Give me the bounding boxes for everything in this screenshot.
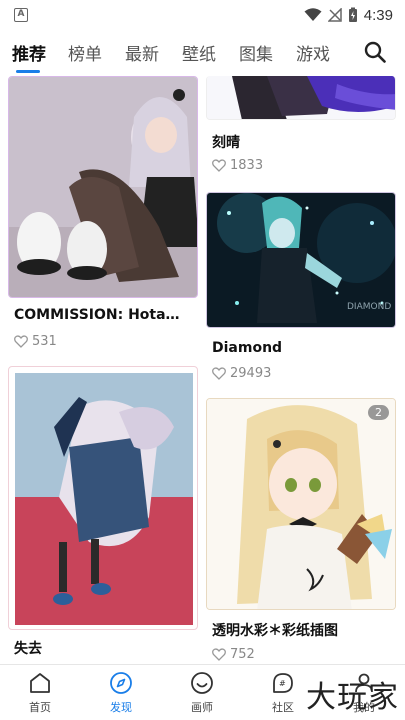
artwork-card[interactable]: DIAMOND Diamond 29493 [206, 192, 396, 388]
nav-home[interactable]: 首页 [10, 671, 70, 715]
artwork-likes: 1833 [212, 158, 263, 173]
artwork-title: 失去 [14, 641, 42, 657]
compass-icon [110, 672, 132, 694]
nav-label: 社区 [272, 701, 294, 714]
nav-artists[interactable]: 画师 [172, 671, 232, 715]
heart-icon[interactable] [212, 648, 226, 661]
tab-ranking[interactable]: 榜单 [68, 40, 102, 65]
smile-icon [191, 672, 213, 694]
artwork-feed[interactable]: COMMISSION: Hota… 531 失去 刻晴 1833 DIAMOND… [0, 76, 405, 664]
artwork-image[interactable]: 2 [206, 398, 396, 610]
artwork-card[interactable]: 2 透明水彩＊彩纸插图 752 [206, 398, 396, 664]
nav-community[interactable]: # 社区 [253, 671, 313, 715]
active-tab-indicator [16, 70, 40, 73]
heart-icon[interactable] [212, 159, 226, 172]
nav-label: 发现 [110, 701, 132, 714]
artwork-title: COMMISSION: Hota… [14, 307, 180, 323]
tab-gallery[interactable]: 图集 [239, 40, 273, 65]
artwork-likes: 752 [212, 647, 255, 662]
status-time: 4:39 [363, 6, 393, 24]
tab-recommend[interactable]: 推荐 [12, 40, 46, 65]
artwork-image[interactable] [8, 76, 198, 298]
community-icon: # [273, 673, 293, 693]
svg-text:DIAMOND: DIAMOND [347, 302, 391, 312]
tab-game[interactable]: 游戏 [296, 40, 330, 65]
artwork-likes: 531 [14, 334, 57, 349]
heart-icon[interactable] [212, 367, 226, 380]
artwork-image[interactable] [8, 366, 198, 630]
svg-text:#: # [279, 679, 286, 688]
likes-count: 752 [230, 647, 255, 662]
artwork-title: 透明水彩＊彩纸插图 [212, 623, 338, 639]
nav-label: 首页 [29, 701, 51, 714]
battery-icon [348, 7, 357, 22]
artwork-card[interactable]: COMMISSION: Hota… 531 [8, 76, 198, 358]
likes-count: 1833 [230, 158, 264, 173]
nav-label: 画师 [191, 701, 213, 714]
artwork-title: Diamond [212, 340, 283, 356]
signal-icon [327, 8, 342, 22]
likes-count: 531 [32, 334, 57, 349]
image-count-badge: 2 [368, 405, 389, 420]
artwork-card[interactable]: 刻晴 1833 [206, 76, 396, 182]
artwork-image[interactable]: DIAMOND [206, 192, 396, 328]
notification-a-icon: A [14, 8, 28, 22]
status-icons: 4:39 [304, 5, 393, 25]
nav-discover[interactable]: 发现 [91, 671, 151, 715]
watermark-logo: 大玩家 [306, 680, 399, 715]
tab-wallpaper[interactable]: 壁纸 [182, 40, 216, 65]
status-bar: A 4:39 [0, 0, 405, 30]
home-icon [30, 673, 50, 693]
wifi-icon [304, 8, 322, 21]
heart-icon[interactable] [14, 335, 28, 348]
category-tabs: 推荐 榜单 最新 壁纸 图集 游戏 [0, 30, 405, 76]
artwork-image[interactable] [206, 76, 396, 120]
likes-count: 29493 [230, 366, 272, 381]
search-icon[interactable] [363, 40, 387, 64]
artwork-title: 刻晴 [212, 135, 240, 151]
artwork-card[interactable]: 失去 [8, 366, 198, 664]
tab-latest[interactable]: 最新 [125, 40, 159, 65]
artwork-likes: 29493 [212, 366, 271, 381]
